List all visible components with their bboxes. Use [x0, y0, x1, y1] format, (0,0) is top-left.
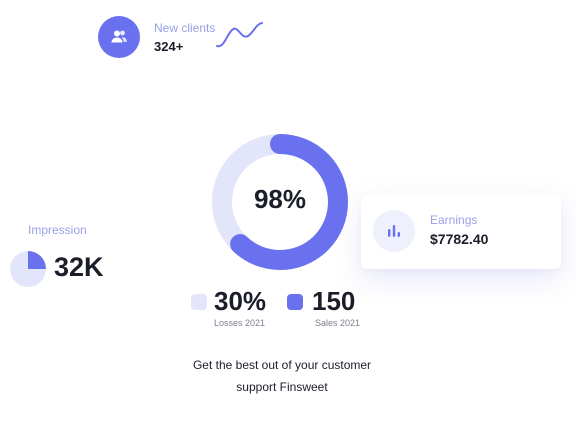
earnings-label: Earnings [430, 213, 478, 227]
impression-label: Impression [28, 223, 87, 237]
impression-value: 32K [54, 252, 104, 282]
trend-wave-icon [216, 22, 263, 48]
losses-legend-square [191, 294, 207, 310]
bar-chart-icon [373, 210, 415, 252]
donut-percent-label: 98% [253, 184, 307, 214]
tagline: Get the best out of your customer suppor… [160, 354, 404, 398]
sales-value: 150 [312, 286, 356, 316]
tagline-line-1: Get the best out of your customer [192, 358, 372, 372]
tagline-line-2: support Finsweet [236, 380, 328, 394]
losses-label: Losses 2021 [214, 318, 266, 328]
earnings-value: $7782.40 [430, 231, 489, 247]
losses-value: 30% [214, 286, 267, 316]
new-clients-value: 324+ [154, 39, 184, 54]
new-clients-label: New clients [154, 21, 216, 35]
impression-pie [10, 251, 46, 287]
impression-pie-slice [28, 251, 46, 269]
users-icon [98, 16, 140, 58]
sales-legend-square [287, 294, 303, 310]
sales-label: Sales 2021 [315, 318, 361, 328]
